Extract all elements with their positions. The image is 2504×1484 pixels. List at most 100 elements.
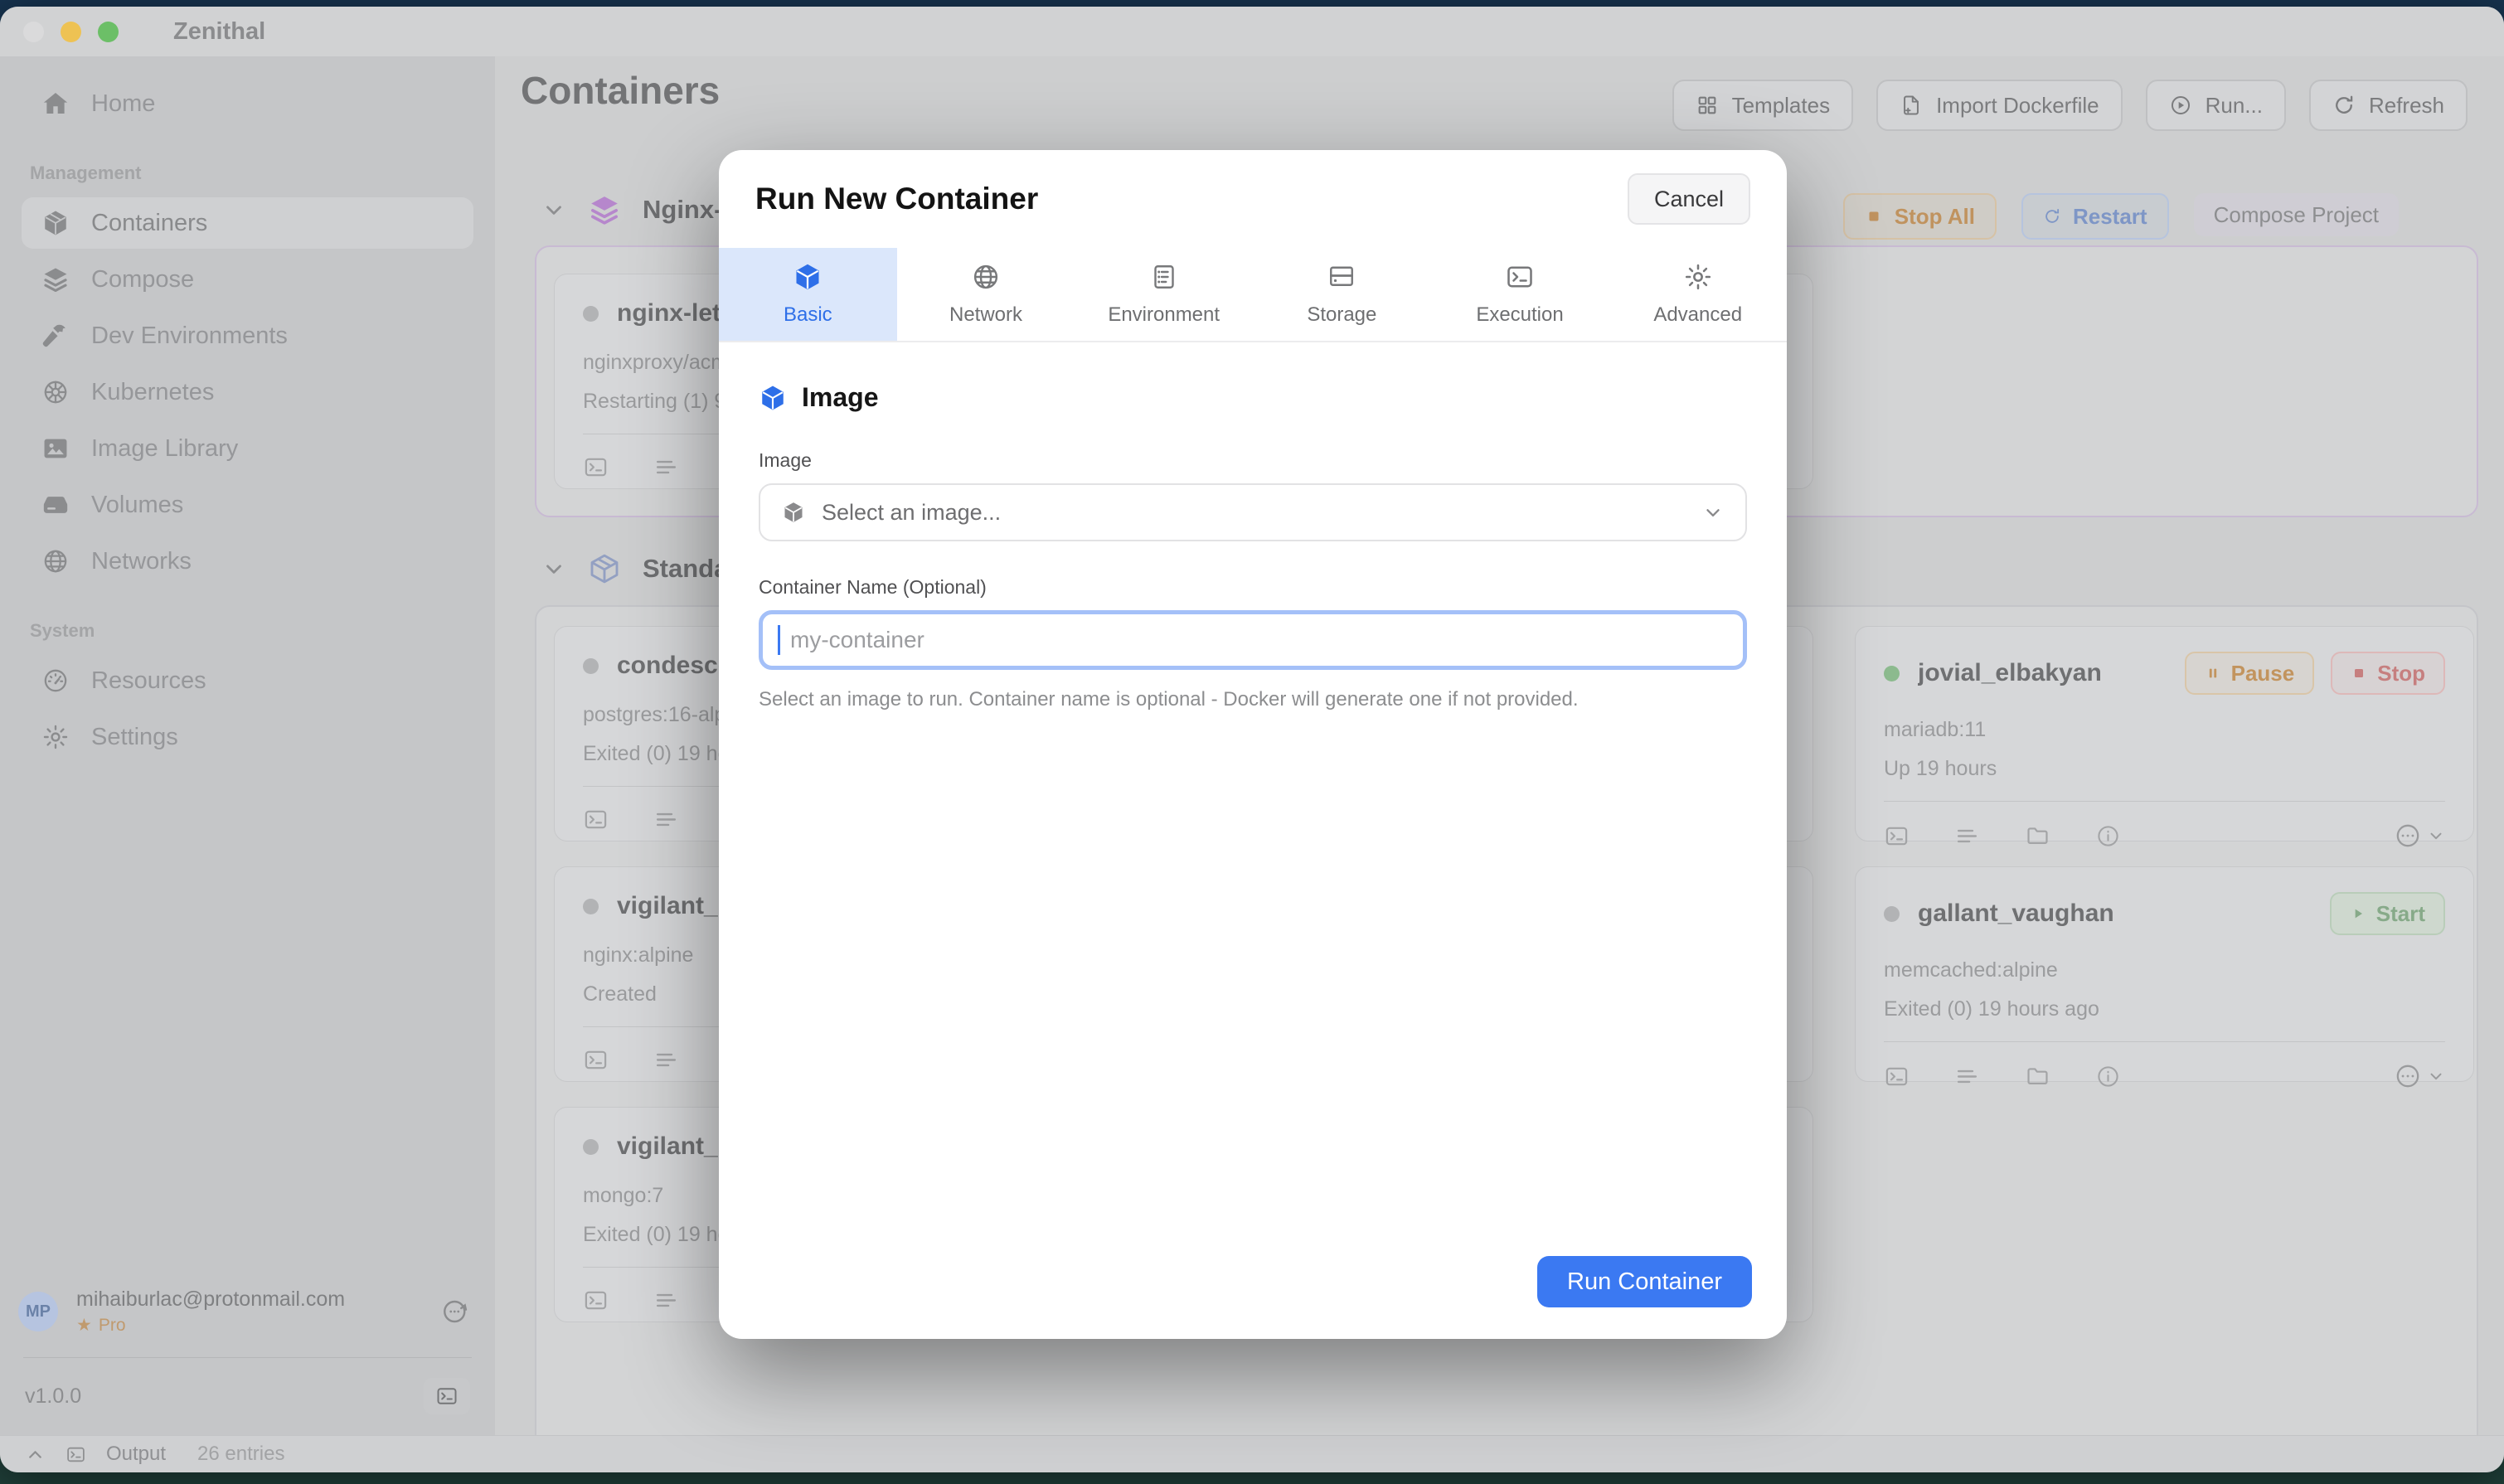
sidebar-item-volumes[interactable]: Volumes [22,479,473,531]
ellipsis-circle-icon [2394,1062,2422,1090]
cancel-button[interactable]: Cancel [1628,173,1750,225]
sidebar-item-settings[interactable]: Settings [22,711,473,763]
stop-icon [2351,665,2367,681]
user-account-row[interactable]: MP mihaiburlac@protonmail.com ★ Pro [0,1271,495,1349]
terminal-button[interactable] [424,1378,470,1414]
zoom-window-button[interactable] [98,22,119,42]
sidebar-item-networks[interactable]: Networks [22,536,473,587]
cube-icon [782,501,805,524]
logs-icon[interactable] [653,1288,679,1313]
more-actions-button[interactable] [2394,822,2445,850]
minimize-window-button[interactable] [61,22,81,42]
container-card[interactable]: jovial_elbakyan Pause Stop mariadb:11 Up… [1855,626,2474,841]
logs-icon[interactable] [1954,823,1980,849]
files-icon[interactable] [2025,823,2050,849]
ellipsis-circle-icon [2394,822,2422,850]
refresh-icon [2043,207,2061,226]
tab-advanced[interactable]: Advanced [1609,248,1787,341]
image-select[interactable]: Select an image... [759,483,1747,541]
chevron-down-icon [2427,1067,2445,1085]
tab-environment[interactable]: Environment [1075,248,1253,341]
refresh-button[interactable]: Refresh [2309,80,2468,131]
sidebar-item-image-library[interactable]: Image Library [22,423,473,474]
container-name-field [759,610,1747,670]
header-actions: Templates Import Dockerfile Run... Refre… [1672,80,2468,131]
name-field-label: Container Name (Optional) [759,576,1747,599]
sidebar-item-home[interactable]: Home [22,78,473,129]
status-dot [583,1139,599,1155]
tab-basic[interactable]: Basic [719,248,897,341]
ship-wheel-icon [41,378,70,406]
more-actions-button[interactable] [2394,1062,2445,1090]
sidebar-item-label: Home [91,90,155,118]
sidebar: Home Management Containers Compose Dev E… [0,56,496,1436]
tab-storage[interactable]: Storage [1253,248,1431,341]
image-section-header: Image [759,382,1747,413]
image-select-placeholder: Select an image... [822,500,1686,526]
package-icon [41,209,70,237]
sync-account-icon[interactable] [440,1297,470,1326]
status-dot [583,899,599,914]
layers-icon [41,265,70,293]
tab-execution[interactable]: Execution [1431,248,1609,341]
stop-button[interactable]: Stop [2331,652,2445,695]
sidebar-item-label: Dev Environments [91,323,288,350]
import-dockerfile-button[interactable]: Import Dockerfile [1876,80,2123,131]
status-dot [583,306,599,322]
info-icon[interactable] [2095,823,2121,849]
chevron-down-icon [2427,827,2445,845]
exec-terminal-icon[interactable] [1884,1064,1910,1089]
refresh-icon [2332,94,2356,117]
files-icon[interactable] [2025,1064,2050,1089]
run-new-container-modal: Run New Container Cancel Basic Network E… [719,150,1787,1339]
group-header-nginx: Nginx-L [541,193,738,226]
exec-terminal-icon[interactable] [583,1047,609,1073]
sidebar-item-kubernetes[interactable]: Kubernetes [22,366,473,418]
star-icon: ★ [76,1315,92,1336]
grid-icon [1696,94,1719,117]
sidebar-item-resources[interactable]: Resources [22,655,473,706]
logs-icon[interactable] [653,454,679,480]
logs-icon[interactable] [1954,1064,1980,1089]
sidebar-item-containers[interactable]: Containers [22,197,473,249]
templates-button[interactable]: Templates [1672,80,1854,131]
exec-terminal-icon[interactable] [1884,823,1910,849]
exec-terminal-icon[interactable] [583,454,609,480]
exec-terminal-icon[interactable] [583,807,609,832]
doc-list-icon [1149,262,1179,292]
logs-icon[interactable] [653,1047,679,1073]
group-actions-nginx: Stop All Restart Compose Project [1843,193,2399,240]
status-dot-running [1884,666,1900,681]
chevron-down-icon [1702,502,1724,523]
container-name: gallant_vaughan [1918,900,2312,928]
sidebar-item-compose[interactable]: Compose [22,254,473,305]
container-card[interactable]: gallant_vaughan Start memcached:alpine E… [1855,866,2474,1082]
container-name-input[interactable] [780,614,1743,666]
stop-all-button[interactable]: Stop All [1843,193,1997,240]
run-container-button[interactable]: Run Container [1537,1256,1752,1307]
container-image: mariadb:11 [1884,718,2445,742]
app-title: Zenithal [173,18,265,46]
sidebar-nav: Home Management Containers Compose Dev E… [0,56,495,1271]
run-button[interactable]: Run... [2146,80,2286,131]
close-window-button[interactable] [23,22,44,42]
container-name: jovial_elbakyan [1918,659,2167,687]
plan-badge: ★ Pro [76,1315,422,1336]
gauge-icon [41,667,70,695]
pause-button[interactable]: Pause [2185,652,2315,695]
info-icon[interactable] [2095,1064,2121,1089]
logs-icon[interactable] [653,807,679,832]
sidebar-item-label: Containers [91,210,207,237]
tab-network[interactable]: Network [897,248,1075,341]
sidebar-item-dev-environments[interactable]: Dev Environments [22,310,473,361]
start-button[interactable]: Start [2330,892,2445,935]
chevron-up-icon[interactable] [25,1444,46,1465]
hard-drive-icon [1327,262,1356,292]
collapse-group-icon[interactable] [541,556,566,581]
collapse-group-icon[interactable] [541,197,566,222]
container-status: Exited (0) 19 hours ago [1884,997,2445,1021]
exec-terminal-icon[interactable] [583,1288,609,1313]
output-statusbar[interactable]: Output 26 entries [0,1435,2504,1472]
restart-button[interactable]: Restart [2021,193,2169,240]
modal-tabs: Basic Network Environment Storage Execut… [719,248,1787,342]
